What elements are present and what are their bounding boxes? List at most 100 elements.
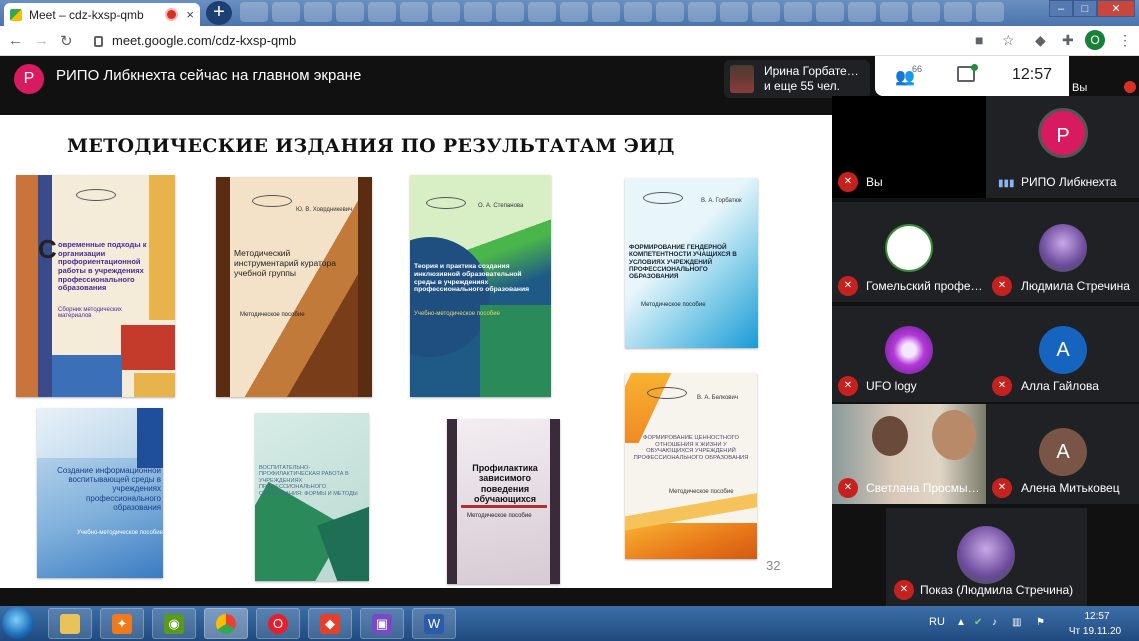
shield-extension-icon[interactable]: ◆ <box>1035 32 1046 49</box>
participant-name: Алена Митьковец <box>1021 481 1120 495</box>
slide-title: МЕТОДИЧЕСКИЕ ИЗДАНИЯ ПО РЕЗУЛЬТАТАМ ЭИД <box>67 135 675 157</box>
menu-kebab-icon[interactable]: ⋮ <box>1118 32 1132 49</box>
participant-tile[interactable]: A ✕ Алла Гайлова <box>986 306 1139 402</box>
maximize-button[interactable]: □ <box>1073 0 1097 17</box>
forward-button[interactable]: → <box>34 32 49 49</box>
toolbar-app-icon[interactable] <box>816 2 844 22</box>
volume-icon[interactable]: ♪ <box>992 617 1003 628</box>
book-title: ФОРМИРОВАНИЕ ЦЕННОСТНОГО ОТНОШЕНИЯ К ЖИЗ… <box>633 435 749 461</box>
toolbar-app-icon[interactable] <box>720 2 748 22</box>
toolbar-app-icon[interactable] <box>784 2 812 22</box>
book-title: Методический инструментарий куратора уче… <box>234 248 336 278</box>
camera-icon[interactable]: ■ <box>975 32 983 48</box>
self-label: Вы <box>1072 82 1088 94</box>
new-tab-button[interactable]: + <box>206 1 232 25</box>
toolbar-app-icon[interactable] <box>624 2 652 22</box>
taskbar-explorer[interactable] <box>48 608 92 639</box>
lock-icon[interactable] <box>94 36 103 47</box>
toolbar-app-icon[interactable] <box>688 2 716 22</box>
participant-tile[interactable]: ✕ Людмила Стречина <box>986 202 1139 302</box>
toolbar-app-icon[interactable] <box>976 2 1004 22</box>
reload-button[interactable]: ↻ <box>60 32 73 50</box>
toolbar-app-icon[interactable] <box>336 2 364 22</box>
presenter-avatar: P <box>14 64 44 94</box>
participant-tile[interactable]: ✕ UFO logy <box>832 306 986 402</box>
extensions-puzzle-icon[interactable]: ✚ <box>1062 32 1074 49</box>
book-subtitle: Методическое пособие <box>240 312 305 318</box>
taskbar-chrome[interactable] <box>204 608 248 639</box>
participant-name: Показ (Людмила Стречина) <box>920 583 1074 597</box>
windows-taskbar: ✦ ◉ O ◆ ▣ W RU ▲ ✔ ♪ ▥ ⚑ 12:57 Чт 19.11.… <box>0 606 1139 641</box>
toolbar-app-icon[interactable] <box>560 2 588 22</box>
flag-icon[interactable]: ⚑ <box>1036 617 1047 628</box>
participant-tile-video[interactable]: ✕ Светлана Просмы… <box>832 404 986 504</box>
toolbar-app-icon[interactable] <box>496 2 524 22</box>
participant-tile[interactable]: ✕ Гомельский профе… <box>832 202 986 302</box>
participant-avatar <box>1039 224 1087 272</box>
book-author: В. А. Горбатюк <box>701 198 742 204</box>
active-speaker-card[interactable]: Ирина Горбате… и еще 55 чел. <box>724 60 870 98</box>
video-person-shape <box>872 416 908 456</box>
participant-name: Гомельский профе… <box>866 279 983 293</box>
participant-tile[interactable]: P ▮▮▮ РИПО Либкнехта <box>986 96 1139 198</box>
participant-name: Людмила Стречина <box>1021 279 1130 293</box>
toolbar-app-icon[interactable] <box>432 2 460 22</box>
url-field[interactable]: meet.google.com/cdz-kxsp-qmb <box>112 33 296 48</box>
org-logo-icon <box>885 224 933 272</box>
toolbar-app-icon[interactable] <box>848 2 876 22</box>
taskbar-opera[interactable]: O <box>256 608 300 639</box>
toolbar-app-icon[interactable] <box>240 2 268 22</box>
tab-meet[interactable]: Meet – cdz-kxsp-qmb × <box>4 3 200 26</box>
participant-avatar <box>885 326 933 374</box>
toolbar-app-icon[interactable] <box>304 2 332 22</box>
toolbar-app-icon[interactable] <box>752 2 780 22</box>
word-icon: W <box>424 614 444 634</box>
toolbar-app-icon[interactable] <box>528 2 556 22</box>
back-button[interactable]: ← <box>8 32 23 49</box>
presentation-slide: МЕТОДИЧЕСКИЕ ИЗДАНИЯ ПО РЕЗУЛЬТАТАМ ЭИД … <box>0 115 832 588</box>
toolbar-app-icon[interactable] <box>400 2 428 22</box>
show-hidden-icons-icon[interactable]: ▲ <box>956 617 967 628</box>
bookmark-star-icon[interactable]: ☆ <box>1002 32 1015 49</box>
participant-tile-presentation[interactable]: ✕ Показ (Людмила Стречина) <box>886 508 1087 606</box>
participant-name: РИПО Либкнехта <box>1021 175 1117 189</box>
toolbar-app-icon[interactable] <box>912 2 940 22</box>
book-author: О. А. Степанова <box>478 203 524 209</box>
book-cover: ВОСПИТАТЕЛЬНО-ПРОФИЛАКТИЧЕСКАЯ РАБОТА В … <box>255 413 369 581</box>
toolbar-app-icon[interactable] <box>944 2 972 22</box>
taskbar-anydesk[interactable]: ◆ <box>308 608 352 639</box>
taskbar-avast[interactable]: ✦ <box>100 608 144 639</box>
taskbar-save[interactable]: ▣ <box>360 608 404 639</box>
security-tray-icon[interactable]: ✔ <box>974 617 985 628</box>
toolbar-app-icon[interactable] <box>272 2 300 22</box>
language-indicator[interactable]: RU <box>929 616 945 628</box>
toolbar-app-icon[interactable] <box>880 2 908 22</box>
tray-clock-time[interactable]: 12:57 <box>1072 611 1122 622</box>
mic-off-icon: ✕ <box>992 376 1012 396</box>
video-person-shape <box>932 410 976 460</box>
start-button[interactable] <box>2 607 34 639</box>
speaker-thumbnail <box>730 65 754 93</box>
book-subtitle: Учебно-методическое пособие <box>414 311 500 317</box>
tab-close-button[interactable]: × <box>186 7 194 22</box>
participant-tile-self[interactable]: ✕ Вы <box>832 96 986 198</box>
toolbar-app-icon[interactable] <box>592 2 620 22</box>
participant-tile[interactable]: A ✕ Алена Митьковец <box>986 404 1139 504</box>
profile-avatar[interactable]: O <box>1085 30 1105 50</box>
close-window-button[interactable]: ✕ <box>1097 0 1135 17</box>
desktop-toolbar-strip <box>240 2 1060 24</box>
toolbar-app-icon[interactable] <box>464 2 492 22</box>
toolbar-app-icon[interactable] <box>368 2 396 22</box>
minimize-button[interactable]: – <box>1049 0 1073 17</box>
mic-off-icon: ✕ <box>838 276 858 296</box>
toolbar-app-icon[interactable] <box>656 2 684 22</box>
tray-clock-date[interactable]: Чт 19.11.20 <box>1062 626 1128 637</box>
browser-tab-strip: Meet – cdz-kxsp-qmb × + – □ ✕ <box>0 0 1139 26</box>
network-icon[interactable]: ▥ <box>1012 617 1023 628</box>
taskbar-nvidia[interactable]: ◉ <box>152 608 196 639</box>
meet-favicon-icon <box>10 8 22 21</box>
chrome-icon <box>216 614 236 634</box>
book-title: Создание информационной воспитывающей ср… <box>57 466 161 512</box>
participant-name: UFO logy <box>866 379 917 393</box>
taskbar-word[interactable]: W <box>412 608 456 639</box>
